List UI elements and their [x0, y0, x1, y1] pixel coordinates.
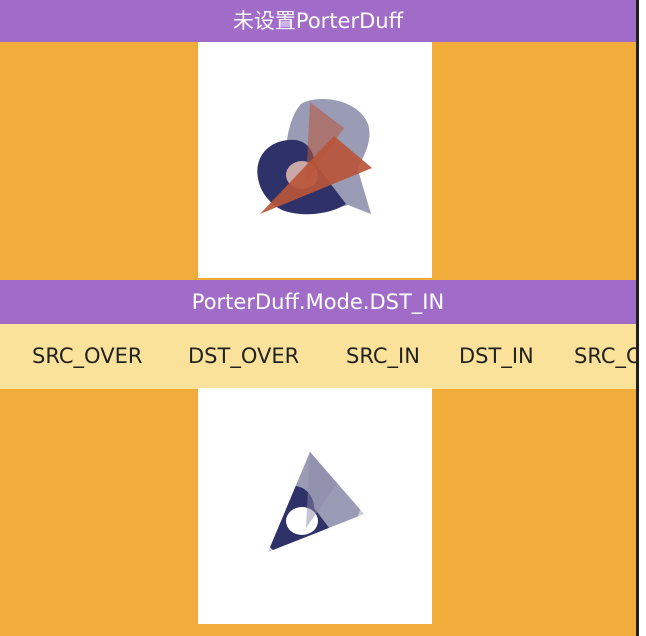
mode-tab-dst-over[interactable]: DST_OVER — [188, 324, 299, 389]
canvas-dst-in-composite — [198, 388, 432, 624]
mode-tab-src-out[interactable]: SRC_OUT — [574, 324, 636, 389]
mode-tab-dst-in[interactable]: DST_IN — [459, 324, 534, 389]
mode-selector-strip[interactable]: SRC_OVER DST_OVER SRC_IN DST_IN SRC_OUT — [0, 324, 636, 389]
window-edge — [636, 0, 639, 636]
mode-tab-src-over[interactable]: SRC_OVER — [32, 324, 142, 389]
section-title-mode: PorterDuff.Mode.DST_IN — [0, 280, 636, 324]
composite-unset-graphic — [257, 98, 372, 215]
composite-dst-in-graphic — [268, 452, 364, 552]
canvas-original-composite — [198, 42, 432, 278]
mode-tab-src-in[interactable]: SRC_IN — [346, 324, 420, 389]
dst-in-result-shape — [268, 452, 364, 552]
app-screen: 未设置PorterDuff PorterDuff.Mode.DST_IN SRC… — [0, 0, 636, 636]
section-title-unset: 未设置PorterDuff — [0, 0, 636, 42]
